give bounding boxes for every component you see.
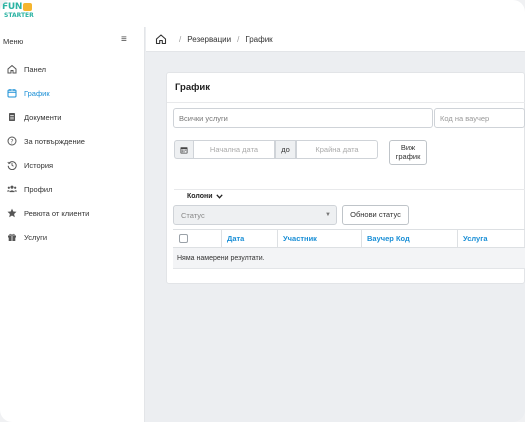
column-header-voucher-code[interactable]: Ваучер Код <box>361 230 457 247</box>
status-select-placeholder: Статус <box>181 210 205 220</box>
document-icon <box>7 112 17 122</box>
start-date-placeholder: Начална дата <box>209 145 259 154</box>
brand-badge-icon <box>23 3 32 11</box>
table-header-row: Дата Участник Ваучер Код Услуга <box>173 229 525 248</box>
sidebar-item-history[interactable]: История <box>0 153 145 177</box>
sidebar-item-label: Услуги <box>24 232 48 242</box>
status-select[interactable]: Статус ▼ <box>173 205 337 225</box>
sidebar-item-documents[interactable]: Документи <box>0 105 145 129</box>
history-icon <box>7 160 17 170</box>
home-icon <box>7 64 17 74</box>
caret-down-icon: ▼ <box>325 212 331 218</box>
app-window: FUN STARTER Меню ≡ Панел График Документ… <box>0 0 525 422</box>
sidebar-nav: Панел График Документи ? За потвърждение <box>0 57 145 249</box>
sidebar-item-services[interactable]: Услуги <box>0 225 145 249</box>
calendar-icon <box>7 88 17 98</box>
columns-toggle-button[interactable]: Колони <box>174 189 525 202</box>
sidebar-item-label: Ревюта от клиенти <box>24 208 90 218</box>
sidebar: Меню ≡ Панел График Документи ? За потвъ… <box>0 27 145 422</box>
sidebar-item-profile[interactable]: Профил <box>0 177 145 201</box>
sidebar-item-label: История <box>24 160 54 170</box>
breadcrumb-separator: / <box>179 34 182 44</box>
svg-text:?: ? <box>10 138 13 145</box>
select-all-checkbox[interactable] <box>179 234 188 243</box>
services-select-placeholder: Всички услуги <box>179 113 228 123</box>
services-select[interactable]: Всички услуги <box>173 108 433 128</box>
update-status-label: Обнови статус <box>350 209 401 219</box>
update-status-button[interactable]: Обнови статус <box>342 205 409 225</box>
home-icon[interactable] <box>155 33 167 45</box>
gift-icon <box>7 232 17 242</box>
voucher-code-input[interactable]: Код на ваучер <box>434 108 525 128</box>
brand-logo-text: FUN <box>2 2 23 12</box>
sidebar-item-schedule[interactable]: График <box>0 81 145 105</box>
date-range-separator: до <box>275 140 296 159</box>
breadcrumb: / Резервации / График <box>146 27 525 52</box>
view-schedule-button[interactable]: Виж график <box>389 140 427 165</box>
view-schedule-label-line2: график <box>395 151 421 161</box>
brand-logo-subtext: STARTER <box>4 12 34 19</box>
breadcrumb-item-schedule: График <box>245 34 273 44</box>
brand-logo[interactable]: FUN STARTER <box>2 2 34 24</box>
divider <box>167 102 525 103</box>
select-all-cell <box>173 230 221 247</box>
column-header-date[interactable]: Дата <box>221 230 277 247</box>
table-row: Няма намерени резултати. <box>173 248 525 269</box>
column-header-participant[interactable]: Участник <box>277 230 361 247</box>
voucher-code-placeholder: Код на ваучер <box>440 113 490 123</box>
end-date-input[interactable]: Крайна дата <box>296 140 378 159</box>
columns-label: Колони <box>187 192 213 200</box>
sidebar-item-reviews[interactable]: Ревюта от клиенти <box>0 201 145 225</box>
sidebar-item-label: Профил <box>24 184 53 194</box>
sidebar-item-label: График <box>24 88 50 98</box>
question-circle-icon: ? <box>7 136 17 146</box>
sidebar-item-label: За потвърждение <box>24 136 85 146</box>
end-date-placeholder: Крайна дата <box>315 145 359 154</box>
chevron-down-icon <box>215 193 223 199</box>
breadcrumb-separator: / <box>237 34 240 44</box>
sidebar-item-dashboard[interactable]: Панел <box>0 57 145 81</box>
sidebar-item-label: Документи <box>24 112 62 122</box>
sidebar-item-label: Панел <box>24 64 47 74</box>
users-icon <box>7 184 17 194</box>
column-header-service[interactable]: Услуга <box>457 230 525 247</box>
calendar-icon[interactable] <box>174 140 193 159</box>
sidebar-item-pending[interactable]: ? За потвърждение <box>0 129 145 153</box>
start-date-input[interactable]: Начална дата <box>193 140 275 159</box>
empty-message: Няма намерени резултати. <box>177 254 265 262</box>
top-bar: FUN STARTER <box>0 0 525 27</box>
results-table: Дата Участник Ваучер Код Услуга Няма нам… <box>173 229 525 269</box>
star-icon <box>7 208 17 218</box>
hamburger-menu-icon[interactable]: ≡ <box>121 34 127 45</box>
page-title: График <box>175 82 211 93</box>
breadcrumb-item-reservations[interactable]: Резервации <box>187 35 231 44</box>
sidebar-title: Меню <box>3 37 24 46</box>
